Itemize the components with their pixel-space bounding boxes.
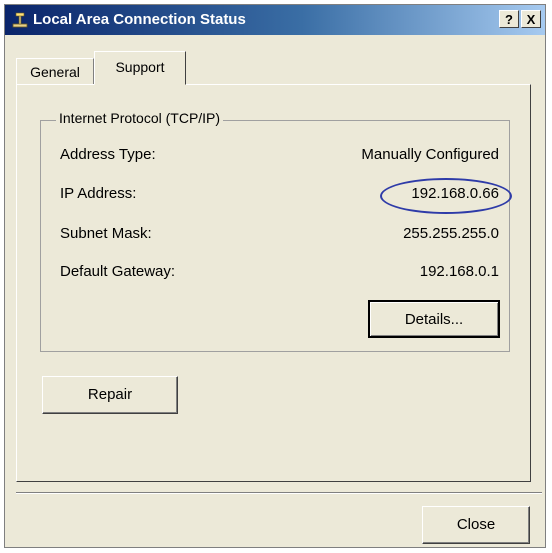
network-connection-icon bbox=[12, 12, 28, 28]
window-title: Local Area Connection Status bbox=[33, 11, 246, 28]
ip-address-label: IP Address: bbox=[60, 185, 137, 202]
subnet-mask-label: Subnet Mask: bbox=[60, 225, 152, 242]
tab-general[interactable]: General bbox=[16, 58, 94, 84]
help-button[interactable]: ? bbox=[499, 10, 519, 28]
title-bar[interactable]: Local Area Connection Status ? X bbox=[5, 5, 545, 35]
subnet-mask-value: 255.255.255.0 bbox=[403, 225, 499, 242]
ip-highlight-circle bbox=[380, 178, 512, 214]
details-button[interactable]: Details... bbox=[368, 300, 500, 338]
separator bbox=[16, 492, 542, 494]
groupbox-label: Internet Protocol (TCP/IP) bbox=[56, 110, 224, 126]
address-type-label: Address Type: bbox=[60, 146, 156, 163]
default-gateway-value: 192.168.0.1 bbox=[419, 263, 499, 280]
tab-support[interactable]: Support bbox=[94, 51, 186, 85]
default-gateway-label: Default Gateway: bbox=[60, 263, 176, 280]
close-button[interactable]: Close bbox=[422, 506, 530, 544]
address-type-value: Manually Configured bbox=[361, 146, 499, 163]
title-close-button[interactable]: X bbox=[521, 10, 541, 28]
repair-button[interactable]: Repair bbox=[42, 376, 178, 414]
